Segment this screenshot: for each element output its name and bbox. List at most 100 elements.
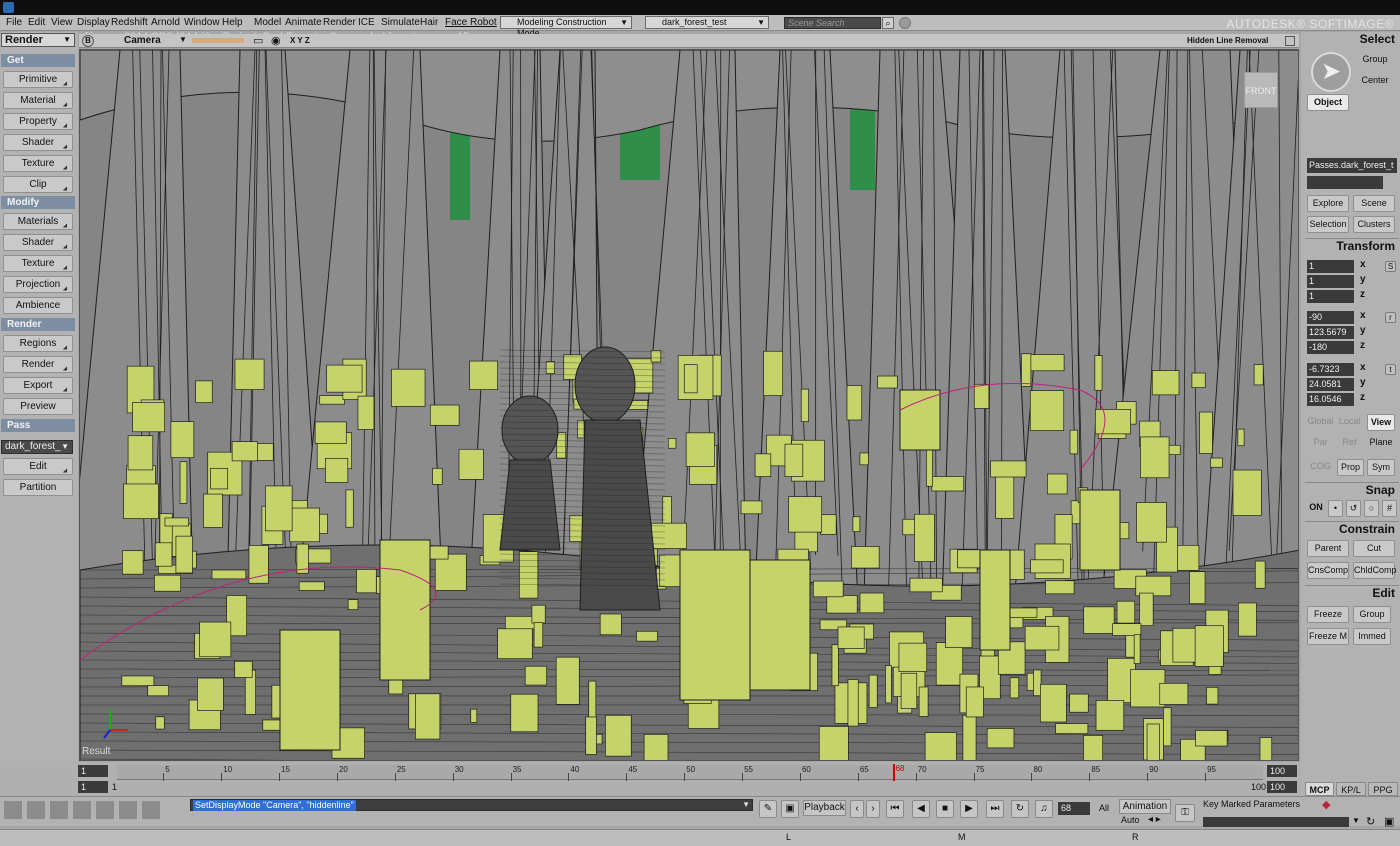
search-icon[interactable]: ⌕ [882,17,894,29]
snap-point-icon[interactable]: • [1328,500,1343,517]
chevron-down-icon[interactable]: ▼ [1352,816,1360,825]
menu-file[interactable]: File [6,17,22,29]
scale-lock-icon[interactable]: S [1385,261,1396,272]
clusters-button[interactable]: Clusters [1353,216,1395,233]
get-shader-button[interactable]: Shader [3,134,73,151]
ref-plane-button[interactable]: Plane [1367,435,1395,452]
explore-button[interactable]: Explore [1307,195,1349,212]
pass-dropdown[interactable]: dark_forest_ ▼ [1,440,73,454]
rotate-lock-icon[interactable]: r [1385,312,1396,323]
menu-view[interactable]: View [51,17,73,29]
axis-x-label[interactable]: x [1360,258,1366,271]
axis-z-label[interactable]: z [1360,339,1365,352]
chldcomp-button[interactable]: ChldComp [1353,562,1397,579]
layout-buttons[interactable] [4,801,164,819]
get-clip-button[interactable]: Clip [3,176,73,193]
viewport-letter[interactable]: B [82,35,94,47]
prop-button[interactable]: Prop [1337,459,1364,476]
rotate-x-field[interactable]: -90 [1307,311,1354,324]
menu-help[interactable]: Help [222,17,243,29]
maximize-icon[interactable] [1285,36,1295,46]
hidden-line-scene-render[interactable] [80,50,1299,761]
section-modify[interactable]: Modify [1,196,75,209]
snap-surface-icon[interactable]: ○ [1364,500,1379,517]
scene-search-input[interactable]: Scene Search [784,17,881,29]
scale-y-field[interactable]: 1 [1307,275,1354,288]
get-material-button[interactable]: Material [3,92,73,109]
menu-redshift[interactable]: Redshift [111,17,148,29]
freeze-modeling-button[interactable]: Freeze M [1307,628,1349,645]
tab-kpl[interactable]: KP/L [1336,782,1366,796]
next-key-icon[interactable]: › [866,800,880,818]
key-marked-parameters-button[interactable]: Key Marked Parameters [1203,799,1300,809]
modify-materials-button[interactable]: Materials [3,213,73,230]
translate-x-field[interactable]: -6.7323 [1307,363,1354,376]
play-backward-icon[interactable]: ◀ [912,800,930,818]
play-forward-icon[interactable]: ▶ [960,800,978,818]
axis-y-label[interactable]: y [1360,324,1366,337]
modify-ambience-button[interactable]: Ambience [3,297,73,314]
menu-animate[interactable]: Animate [285,17,322,29]
axes-toggle[interactable]: X Y Z [290,36,310,45]
auto-key-toggle[interactable]: Auto [1121,815,1140,825]
axis-y-label[interactable]: y [1360,273,1366,286]
chevron-down-icon[interactable]: ▼ [179,35,187,44]
cog-button[interactable]: COG [1307,459,1334,476]
viewport-visibility-toggles[interactable] [192,38,244,43]
eye-icon[interactable]: ◉ [271,34,281,47]
axis-x-label[interactable]: x [1360,309,1366,322]
snap-on-button[interactable]: ON [1307,500,1325,517]
command-line-input[interactable]: SetDisplayMode "Camera", "hiddenline" ▼ [190,799,753,811]
section-get[interactable]: Get [1,54,75,67]
render-export-button[interactable]: Export [3,377,73,394]
selection-button[interactable]: Selection [1307,216,1349,233]
menu-arnold[interactable]: Arnold [151,17,180,29]
playhead[interactable] [892,764,895,781]
axis-z-label[interactable]: z [1360,288,1365,301]
toolbar-mode-dropdown[interactable]: Render ▼ [1,33,75,47]
last-frame-icon[interactable]: ⏭ [986,800,1004,818]
menu-face-robot[interactable]: Face Robot [445,17,497,29]
modify-projection-button[interactable]: Projection [3,276,73,293]
section-render[interactable]: Render [1,318,75,331]
prev-key-icon[interactable]: ‹ [850,800,864,818]
cut-button[interactable]: Cut [1353,540,1395,557]
rotate-z-field[interactable]: -180 [1307,341,1354,354]
cycle-icon[interactable]: ↻ [1366,815,1375,828]
script-icon[interactable]: ✎ [759,800,777,818]
timeline-start-field[interactable]: 1 [78,765,108,777]
keyframe-icon[interactable]: ◆ [1322,798,1330,811]
scale-x-field[interactable]: 1 [1307,260,1354,273]
selection-filter-field[interactable] [1307,176,1383,189]
scale-z-field[interactable]: 1 [1307,290,1354,303]
translate-lock-icon[interactable]: t [1385,364,1396,375]
playback-menu-button[interactable]: Playback [803,800,846,816]
chevron-down-icon[interactable]: ▼ [742,800,750,809]
select-arrow-icon[interactable]: ➤ [1311,52,1351,92]
pass-edit-button[interactable]: Edit [3,458,73,475]
render-preview-button[interactable]: Preview [3,398,73,415]
3d-viewport[interactable]: FRONT Result [79,49,1299,761]
tab-ppg[interactable]: PPG [1368,782,1398,796]
view-cube-front[interactable]: FRONT [1244,72,1278,108]
ref-global-button[interactable]: Global [1307,414,1334,431]
render-regions-button[interactable]: Regions [3,335,73,352]
cnscomp-button[interactable]: CnsComp [1307,562,1349,579]
axis-z-label[interactable]: z [1360,391,1365,404]
tab-mcp[interactable]: MCP [1305,782,1334,796]
key-set-field[interactable] [1203,817,1349,827]
sym-button[interactable]: Sym [1367,459,1395,476]
menu-model[interactable]: Model [254,17,281,29]
axis-x-label[interactable]: x [1360,361,1366,374]
timeline-ruler[interactable]: 5 10 15 20 25 30 35 40 45 50 55 60 65 68 70 75 80 85 90 95 [117,764,1263,781]
display-mode-dropdown[interactable]: Hidden Line Removal [1187,36,1268,45]
menu-edit[interactable]: Edit [28,17,45,29]
timeline-end-field[interactable]: 100 [1267,765,1297,777]
menu-ice[interactable]: ICE [358,17,375,29]
range-end-field[interactable]: 100 [1267,781,1297,793]
ref-ref-button[interactable]: Ref [1336,435,1363,452]
animation-menu-button[interactable]: Animation [1119,799,1171,814]
get-property-button[interactable]: Property [3,113,73,130]
rotate-y-field[interactable]: 123.5679 [1307,326,1354,339]
playback-range-all[interactable]: All [1094,802,1114,815]
